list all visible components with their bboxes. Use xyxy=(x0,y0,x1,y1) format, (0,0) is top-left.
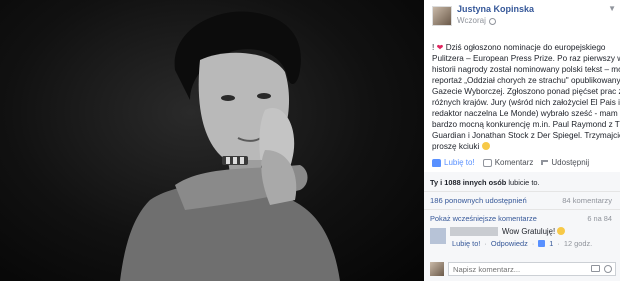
comment-meta: Lubię to! · Odpowiedz · 1 · 12 godz. xyxy=(452,239,592,248)
comment-text-body: Wow Gratuluję! xyxy=(502,227,556,236)
post-panel: Justyna Kopinska Wczoraj ▼ ! ❤ Dziś ogło… xyxy=(424,0,620,281)
smile-emoji-icon xyxy=(557,227,566,235)
likes-count[interactable]: 1088 innych osób xyxy=(444,178,506,187)
portrait-image xyxy=(120,11,340,281)
camera-icon[interactable] xyxy=(591,265,600,272)
current-user-avatar xyxy=(430,262,444,276)
author-avatar[interactable] xyxy=(432,6,452,26)
post-line: historii nagrody został nominowany polsk… xyxy=(432,65,620,74)
share-label: Udostępnij xyxy=(551,158,590,167)
like-thumb-icon xyxy=(538,240,546,247)
emoji-icon[interactable] xyxy=(604,265,612,273)
meta-dot: · xyxy=(531,239,535,248)
comment-label: Komentarz xyxy=(494,158,534,167)
divider xyxy=(424,191,620,192)
meta-dot: · xyxy=(557,239,560,248)
likes-summary: Ty i 1088 innych osób lubicie to. xyxy=(430,178,540,187)
post-line-text: proszę kciuki xyxy=(432,142,480,151)
comment-item: Wow Gratuluję! Lubię to! · Odpowiedz · 1… xyxy=(430,227,616,253)
comment-like-count[interactable]: 1 xyxy=(549,239,553,248)
divider xyxy=(424,209,620,210)
likes-suffix: lubicie to. xyxy=(508,178,540,187)
post-photo[interactable] xyxy=(0,0,424,281)
post-timestamp[interactable]: Wczoraj xyxy=(457,16,486,26)
commenter-name-redacted[interactable] xyxy=(450,227,498,236)
share-button[interactable]: Udostępnij xyxy=(541,158,589,167)
post-line: różnych krajów. Jury (wśród nich założyc… xyxy=(432,98,620,107)
shares-link[interactable]: 186 ponownych udostępnień xyxy=(430,196,527,205)
globe-icon xyxy=(488,17,496,25)
heart-icon: ❤ xyxy=(436,43,444,52)
post-line: Gazecie Wyborczej. Zgłoszono ponad pięćs… xyxy=(432,87,620,96)
comment-composer xyxy=(430,262,616,276)
comment-time[interactable]: 12 godz. xyxy=(564,239,592,248)
comment-icon xyxy=(482,158,492,167)
comment-button[interactable]: Komentarz xyxy=(482,158,534,167)
comment-text: Wow Gratuluję! xyxy=(502,227,566,236)
post-line: proszę kciuki xyxy=(432,141,616,152)
like-label: Lubię to! xyxy=(444,158,475,167)
post-line: ! ❤ Dziś ogłoszono nominacje do europejs… xyxy=(432,42,616,53)
post-line: bardzo mocną konkurencję m.in. Paul Raym… xyxy=(432,120,620,129)
commenter-avatar[interactable] xyxy=(430,228,446,244)
post-line: Pulitzera – European Press Prize. Po raz… xyxy=(432,54,620,63)
show-previous-comments[interactable]: Pokaż wcześniejsze komentarze xyxy=(430,214,537,223)
smile-emoji-icon xyxy=(481,142,490,150)
post-line-text: Dziś ogłoszono nominacje do europejskieg… xyxy=(445,43,606,52)
meta-dot: · xyxy=(484,239,487,248)
previous-comments-count: 6 na 84 xyxy=(587,214,612,223)
comments-count: 84 komentarzy xyxy=(562,196,612,205)
author-name[interactable]: Justyna Kopinska xyxy=(457,4,534,15)
post-line: redaktor naczelna Le Monde) wybrało sześ… xyxy=(432,109,618,118)
like-thumb-icon xyxy=(432,158,441,167)
likes-prefix: Ty i xyxy=(430,178,443,187)
comment-reply-button[interactable]: Odpowiedz xyxy=(491,239,528,248)
share-icon xyxy=(541,160,549,165)
chevron-down-icon[interactable]: ▼ xyxy=(608,4,616,13)
post-actions: Lubię to! Komentarz Udostępnij xyxy=(432,158,616,167)
post-prefix: ! xyxy=(432,43,435,52)
post-header: Justyna Kopinska Wczoraj xyxy=(432,4,534,30)
post-line: Guardian i Jonathan Stock z Der Spiegel.… xyxy=(432,131,620,140)
post-line: reportaż „Oddział chorych ze strachu" op… xyxy=(432,76,620,85)
comment-like-button[interactable]: Lubię to! xyxy=(452,239,480,248)
post-text: ! ❤ Dziś ogłoszono nominacje do europejs… xyxy=(432,42,620,152)
like-button[interactable]: Lubię to! xyxy=(432,158,475,167)
